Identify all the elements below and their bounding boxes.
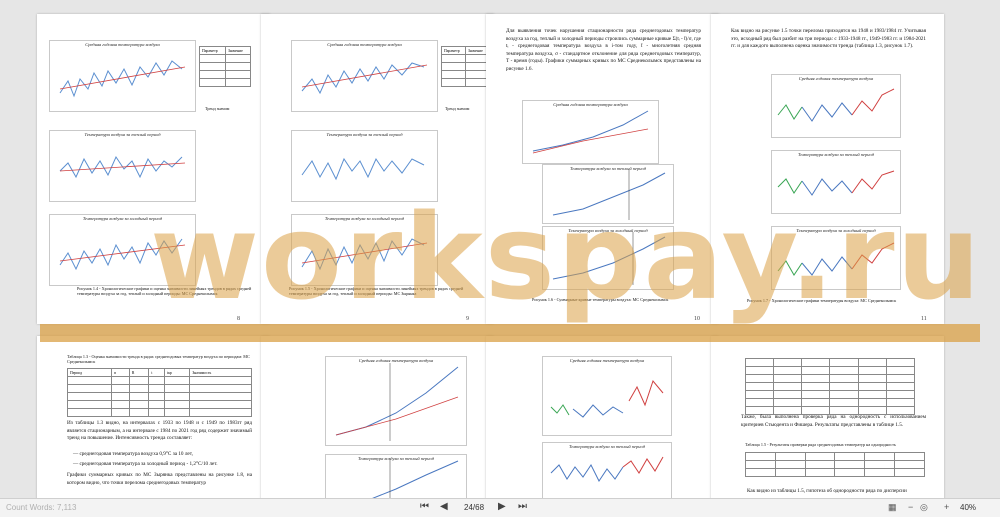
watermark: workspay.ru [150, 188, 983, 326]
body-text: Для выявления точек нарушения стационарн… [506, 28, 701, 72]
body-text: Из таблицы 1.3 видно, на интервалах с 19… [67, 420, 252, 442]
chart-annual-sum: Средняя годовая температура воздуха [325, 356, 467, 446]
status-bar: Count Words: 7,113 ⏮ ◀ 24/68 ▶ ⏭ ▦ − ◎ +… [0, 498, 1000, 517]
table-title: Таблица 1.5 - Результаты проверки ряда с… [745, 442, 896, 447]
chart-svg [59, 60, 186, 98]
col-n: n [111, 368, 130, 377]
body-text-2: Графики суммарных кривых по МС Зырянка п… [67, 472, 252, 486]
chart-title: Средняя годовая температура воздуха [569, 358, 645, 363]
chart-annual-periods: Средняя годовая температура воздуха [771, 74, 901, 138]
value-header: Значение [225, 46, 251, 55]
page-12: Таблица 1.3 - Оценка значимости тренда в… [37, 336, 270, 498]
next-page-button[interactable]: ▶ [498, 501, 506, 512]
chart-title: Средняя годовая температура воздуха [85, 42, 160, 47]
chart-title: Температура воздуха за теплый период [357, 456, 435, 461]
zoom-level[interactable]: 40% [960, 503, 976, 512]
col-significance: Значимость [189, 368, 252, 377]
chart-svg [550, 379, 664, 418]
chart-title: Температура воздуха за теплый период [326, 132, 403, 137]
col-period: Период [66, 368, 113, 377]
page-14: Средняя годовая температура воздуха Темп… [486, 336, 719, 498]
param-header: Параметр [440, 46, 467, 55]
chart-annual-3periods: Средняя годовая температура воздуха [542, 356, 672, 436]
word-count: Count Words: 7,113 [6, 503, 77, 512]
chart-annual-sum: Средняя годовая температура воздуха [522, 100, 659, 164]
trend-label: Тренд значим [205, 106, 230, 111]
param-header: Параметр [198, 46, 227, 55]
chart-warm-sum: Температура воздуха за теплый период [325, 454, 467, 498]
first-page-button[interactable]: ⏮ [420, 501, 429, 512]
body-text: Также, была выполнена проверка ряда на о… [741, 414, 926, 428]
trend-table: Период n Rt tкр Значимость [66, 368, 252, 417]
chart-svg [301, 62, 428, 95]
chart-title: Средняя годовая температура воздуха [798, 76, 874, 81]
table-title: Таблица 1.3 - Оценка значимости тренда в… [67, 354, 250, 364]
chart-title: Температура воздуха за теплый период [569, 166, 647, 171]
page-indicator[interactable]: 24/68 [464, 503, 484, 512]
chart-svg [372, 459, 459, 498]
watermark-band [40, 324, 980, 342]
param-table: Параметр Значение [198, 46, 251, 87]
chart-warm-3periods: Температура воздуха за теплый период [542, 442, 672, 498]
footer-text: Как видно из таблицы 1.5, гипотеза об од… [747, 488, 907, 494]
col-t: t [148, 368, 166, 377]
homogeneity-table [745, 452, 925, 477]
prev-page-button[interactable]: ◀ [440, 501, 448, 512]
chart-svg [777, 88, 895, 122]
chart-annual: Средняя годовая температура воздуха [291, 40, 438, 112]
bullet-1: — среднегодовая температура воздуха 0,9°… [73, 451, 193, 457]
bullet-2: — среднегодовая температура за холодный … [73, 461, 218, 467]
chart-svg [532, 110, 649, 154]
zoom-in-button[interactable]: + [944, 502, 949, 512]
chart-title: Средняя годовая температура воздуха [553, 102, 628, 107]
chart-annual: Средняя годовая температура воздуха [49, 40, 196, 112]
chart-title: Температура воздуха за теплый период [568, 444, 646, 449]
col-r: R [128, 368, 150, 377]
trend-label: Тренд значим [445, 106, 470, 111]
view-icon[interactable]: ▦ [888, 502, 897, 513]
page-13: Средняя годовая температура воздуха Темп… [261, 336, 494, 498]
last-page-button[interactable]: ⏭ [518, 501, 527, 512]
col-tcr: tкр [164, 368, 191, 377]
param-table: Параметр Значение [440, 46, 489, 87]
chart-title: Средняя годовая температура воздуха [358, 358, 434, 363]
fit-icon[interactable]: ◎ [920, 502, 928, 513]
zoom-out-button[interactable]: − [908, 502, 913, 512]
chart-svg [335, 363, 459, 441]
body-text: Как видно на рисунке 1.5 точки перелома … [731, 28, 926, 50]
chart-title: Температура воздуха за теплый период [84, 132, 161, 137]
stat-table [744, 358, 916, 415]
page-15: Также, была выполнена проверка ряда на о… [711, 336, 944, 498]
chart-svg [550, 456, 664, 482]
document-viewer[interactable]: Средняя годовая температура воздуха Пара… [0, 0, 1000, 498]
chart-title: Температура воздуха за теплый период [797, 152, 875, 157]
chart-title: Средняя годовая температура воздуха [327, 42, 402, 47]
